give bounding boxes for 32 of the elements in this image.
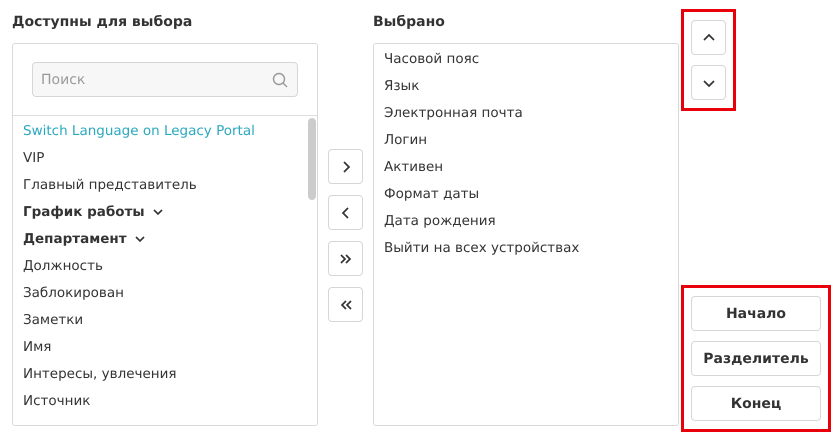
list-item[interactable]: Источник [23,388,317,415]
list-item[interactable]: График работы [23,199,317,226]
search-field[interactable]: Поиск [32,62,298,97]
list-item[interactable]: VIP [23,145,317,172]
list-item[interactable]: Должность [23,253,317,280]
list-item[interactable]: Часовой пояс [384,46,668,73]
transfer-button[interactable] [328,287,363,322]
list-item[interactable]: Формат даты [384,181,668,208]
move-button[interactable] [691,20,726,55]
list-item[interactable]: Язык [384,73,668,100]
list-item[interactable]: Выйти на всех устройствах [384,235,668,262]
position-button[interactable]: Конец [691,386,821,421]
list-item[interactable]: Заблокирован [23,280,317,307]
search-icon [272,72,288,88]
list-item[interactable]: Имя [23,334,317,361]
double-chevron-icon [338,298,352,312]
list-item[interactable]: Департамент [23,226,317,253]
list-item[interactable]: Электронная почта [384,100,668,127]
list-item[interactable]: Интересы, увлечения [23,361,317,388]
list-item[interactable]: Заметки [23,307,317,334]
panel-title: Доступны для выбора [12,13,194,32]
move-button[interactable] [691,65,726,100]
position-button[interactable]: Разделитель [691,341,821,376]
list-item[interactable]: Главный представитель [23,172,317,199]
position-button[interactable]: Начало [691,296,821,331]
list-item[interactable]: Дата рождения [384,208,668,235]
double-chevron-icon [338,252,352,266]
list-item[interactable]: Логин [384,127,668,154]
list-item[interactable]: Активен [384,154,668,181]
panel-title: Выбрано [373,13,446,32]
transfer-button[interactable] [328,241,363,276]
scrollbar-thumb[interactable] [308,118,316,200]
